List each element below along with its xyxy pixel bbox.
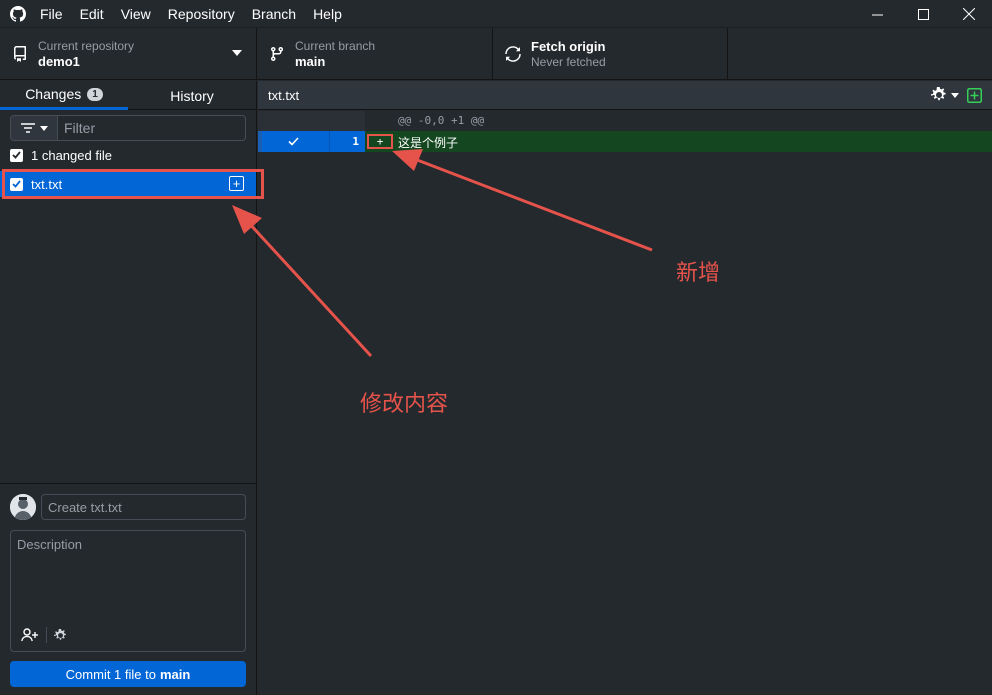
menu-help[interactable]: Help [313,6,342,22]
add-coauthor-icon[interactable] [21,628,39,642]
maximize-button[interactable] [900,0,946,28]
commit-panel: Commit 1 file to main [0,483,256,695]
commit-button[interactable]: Commit 1 file to main [10,661,246,687]
menu-edit[interactable]: Edit [80,6,104,22]
commit-summary-input[interactable] [41,494,246,520]
close-button[interactable] [946,0,992,28]
line-selection-strip [258,131,262,152]
maximize-icon [917,8,929,20]
sync-icon [505,46,521,62]
diff-header: txt.txt [258,81,992,110]
added-line-marker: + [367,134,393,149]
tab-changes-label: Changes [25,86,82,102]
tab-history[interactable]: History [128,81,256,110]
tab-changes[interactable]: Changes 1 [0,81,128,110]
diff-file-name: txt.txt [268,87,300,103]
title-bar: File Edit View Repository Branch Help [0,0,992,28]
current-repository-button[interactable]: Current repository demo1 [0,28,257,80]
hunk-gutter [258,111,365,131]
branch-icon [271,46,283,62]
gear-icon[interactable] [54,628,67,642]
checkmark-icon [288,137,299,146]
description-tools [21,627,67,643]
filter-row [10,115,246,141]
hunk-header-row: @@ -0,0 +1 @@ [258,111,992,131]
changed-files-summary: 1 changed file [31,147,112,163]
annotation-highlight-file [2,169,264,199]
commit-button-branch: main [159,666,191,682]
menu-branch[interactable]: Branch [252,6,296,22]
repository-label: Current repository [38,38,135,53]
file-added-icon [967,87,982,103]
menu-file[interactable]: File [40,6,63,22]
avatar [10,494,36,520]
commit-button-label: Commit 1 file to [65,666,156,682]
menu-view[interactable]: View [121,6,151,22]
github-logo-icon [10,5,26,22]
menu-repository[interactable]: Repository [168,6,235,22]
select-all-row[interactable]: 1 changed file [10,147,112,163]
diff-header-tools [931,87,982,103]
fetch-origin-button[interactable]: Fetch origin Never fetched [493,28,728,80]
close-icon [963,8,975,20]
chevron-down-icon [39,125,48,131]
changes-count-badge: 1 [87,87,103,101]
filter-input[interactable] [58,115,246,141]
fetch-subtitle: Never fetched [531,54,606,69]
chevron-down-icon[interactable] [951,92,959,98]
branch-label: Current branch [295,38,376,53]
annotation-modify-label: 修改内容 [360,392,449,417]
tools-divider [46,627,47,643]
commit-description-box [10,530,246,652]
sidebar-tabs: Changes 1 History [0,81,256,110]
filter-icon [20,123,35,133]
tab-history-label: History [170,87,214,104]
user-avatar-icon [10,494,36,520]
commit-description-input[interactable] [11,531,245,611]
repo-icon [14,46,26,62]
hunk-header: @@ -0,0 +1 @@ [398,114,485,127]
fetch-title: Fetch origin [531,38,606,54]
minimize-button[interactable] [854,0,900,28]
minimize-icon [871,14,883,15]
line-select-toggle[interactable] [258,131,329,152]
gear-icon[interactable] [931,87,947,103]
repository-name: demo1 [38,53,80,69]
current-branch-button[interactable]: Current branch main [257,28,493,80]
branch-name: main [295,53,326,69]
select-all-checkbox[interactable] [10,148,23,162]
annotation-add-label: 新增 [676,261,721,286]
diff-added-line[interactable]: 1 + 这是个例子 [258,131,992,152]
chevron-down-icon [232,50,242,56]
checkmark-icon [12,151,21,159]
line-number: 1 [329,131,365,152]
filter-options-button[interactable] [10,115,58,141]
toolbar: Current repository demo1 Current branch … [0,28,992,80]
added-line-text: 这是个例子 [398,136,459,150]
